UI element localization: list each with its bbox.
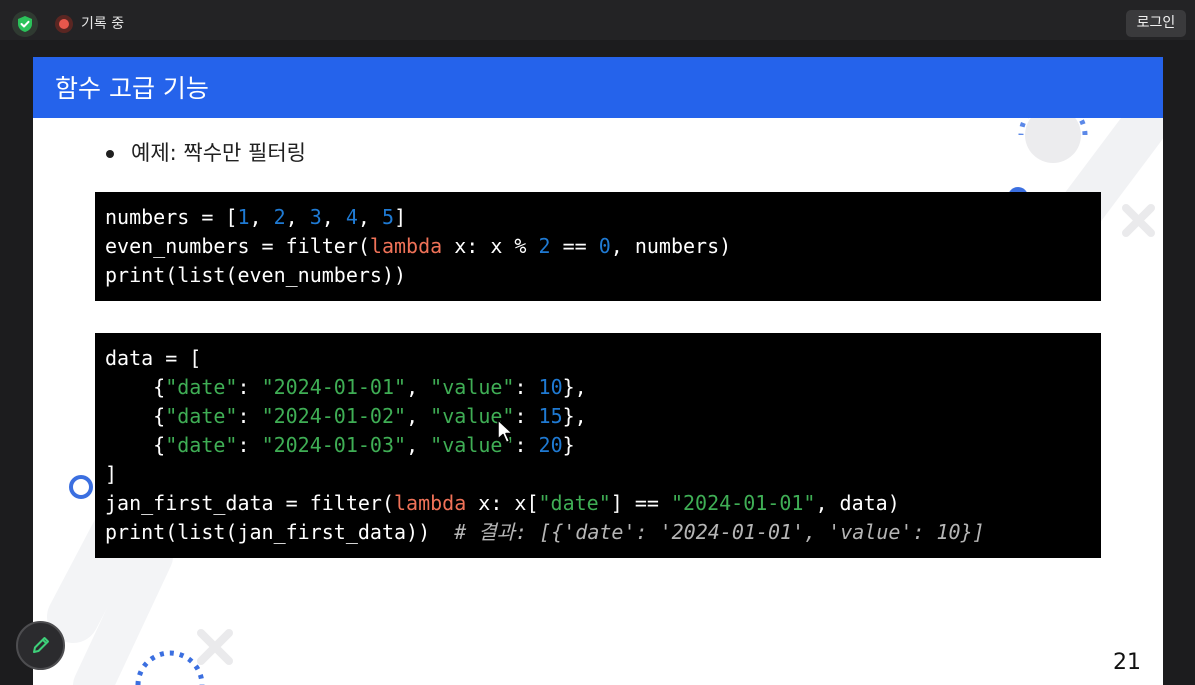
code-token-kw: lambda (393, 491, 467, 515)
code-token-str: "2024-01-01" (261, 375, 407, 399)
code-token-num: 0 (598, 234, 611, 258)
code-token: , data) (815, 491, 900, 515)
code-token: x: x[ (466, 491, 539, 515)
code-token-num: 3 (309, 205, 322, 229)
page-number: 21 (1113, 650, 1141, 675)
code-token: : (237, 404, 262, 428)
code-token-str: "date" (165, 375, 238, 399)
code-token: : (514, 404, 539, 428)
code-token-num: 20 (538, 433, 563, 457)
code-token: , (406, 404, 431, 428)
pencil-icon[interactable] (16, 621, 65, 670)
mouse-pointer-icon (497, 419, 514, 444)
code-block-filter-date: data = [ {"date": "2024-01-01", "value":… (95, 333, 1101, 558)
code-token-num: 5 (382, 205, 395, 229)
code-block-filter-even: numbers = [1, 2, 3, 4, 5] even_numbers =… (95, 192, 1101, 301)
code-token: , (249, 205, 274, 229)
code-token-str: "date" (165, 404, 238, 428)
code-token: numbers = [ (105, 205, 238, 229)
recording-status: 기록 중 (81, 16, 125, 32)
code-token: , (357, 205, 383, 229)
code-token: }, (562, 375, 587, 399)
login-button[interactable]: 로그인 (1126, 10, 1186, 37)
code-token-str: "value" (430, 375, 515, 399)
bullet-text: 예제: 짝수만 필터링 (131, 141, 306, 165)
code-token-num: 10 (538, 375, 563, 399)
code-token: { (105, 375, 166, 399)
code-line: {"date": "2024-01-01", "value": 10}, (105, 373, 587, 402)
code-line: print(list(even_numbers)) (105, 261, 406, 290)
code-token: print(list(jan_first_data)) (105, 520, 455, 544)
code-token: x: x % (442, 234, 539, 258)
code-token: ] (105, 462, 118, 486)
code-token: data = [ (105, 346, 202, 370)
code-token: print(list(even_numbers)) (105, 263, 407, 287)
code-line: jan_first_data = filter(lambda x: x["dat… (105, 489, 900, 518)
code-token: ] (394, 205, 407, 229)
code-token-num: 4 (345, 205, 358, 229)
code-token-cmt: # 결과: [{'date': '2024-01-01', 'value': 1… (454, 520, 985, 544)
code-token: jan_first_data = filter( (105, 491, 394, 515)
code-token: : (237, 433, 262, 457)
code-token-str: "date" (538, 491, 611, 515)
code-line: ] (105, 460, 117, 489)
code-token: , (406, 433, 431, 457)
code-token: , (321, 205, 346, 229)
slide-title: 함수 고급 기능 (55, 74, 209, 103)
code-token: ] == (610, 491, 671, 515)
record-dot-icon (55, 15, 73, 33)
code-line: data = [ (105, 344, 201, 373)
code-line: print(list(jan_first_data)) # 결과: [{'dat… (105, 518, 985, 547)
code-token: }, (562, 404, 587, 428)
code-token-num: 15 (538, 404, 563, 428)
code-token: even_numbers = filter( (105, 234, 370, 258)
code-token: : (514, 375, 539, 399)
code-line: numbers = [1, 2, 3, 4, 5] (105, 203, 406, 232)
shield-check-icon[interactable] (12, 11, 38, 37)
bullet-dot (106, 150, 114, 158)
code-token: , (285, 205, 310, 229)
code-token: { (105, 404, 166, 428)
code-token: : (514, 433, 539, 457)
code-token-num: 1 (237, 205, 250, 229)
code-line: even_numbers = filter(lambda x: x % 2 ==… (105, 232, 731, 261)
top-bar: 기록 중 로그인 (0, 0, 1195, 40)
slide: 함수 고급 기능 예제: 짝수만 필터링 numbers = [1, 2, 3,… (33, 57, 1163, 685)
code-token-str: "2024-01-01" (670, 491, 816, 515)
code-token: == (550, 234, 599, 258)
code-token: : (237, 375, 262, 399)
code-token-str: "2024-01-03" (261, 433, 407, 457)
code-token-str: "2024-01-02" (261, 404, 407, 428)
code-token: , numbers) (610, 234, 732, 258)
code-token-kw: lambda (369, 234, 443, 258)
code-token-num: 2 (273, 205, 286, 229)
code-token: { (105, 433, 166, 457)
code-token: , (406, 375, 431, 399)
code-token: } (562, 433, 575, 457)
code-token-str: "date" (165, 433, 238, 457)
code-token-num: 2 (538, 234, 551, 258)
slide-header: 함수 고급 기능 (33, 57, 1163, 118)
